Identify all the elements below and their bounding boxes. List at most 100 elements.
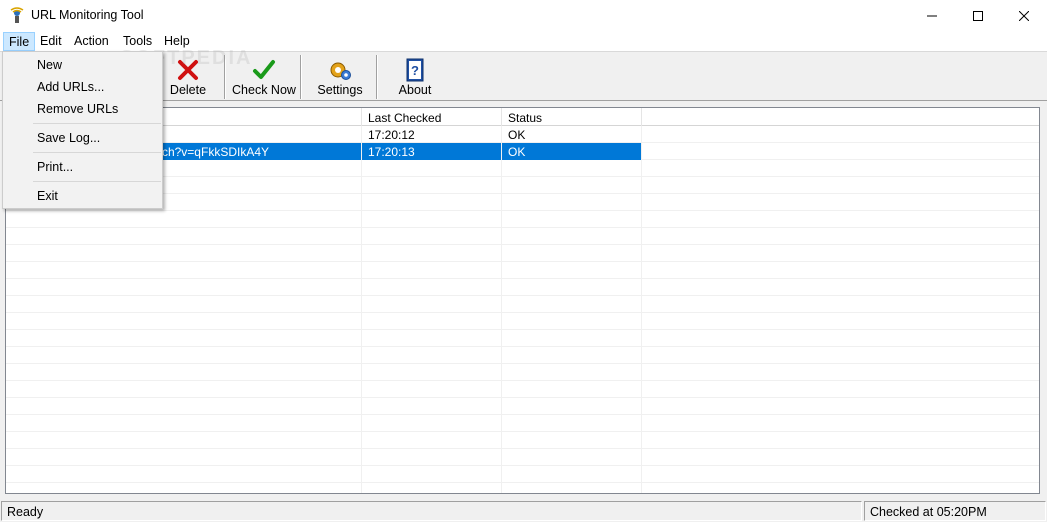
menu-separator [33,152,161,153]
empty-cell [362,483,502,493]
empty-cell [362,296,502,313]
empty-row [6,262,1039,279]
empty-cell [502,313,642,330]
empty-cell [362,245,502,262]
empty-cell [6,228,362,245]
menu-help[interactable]: Help [159,32,195,51]
gear-icon [330,62,351,80]
empty-row [6,364,1039,381]
empty-cell [502,381,642,398]
menu-item-print[interactable]: Print... [5,156,160,178]
empty-cell [362,398,502,415]
empty-row [6,330,1039,347]
column-last-checked[interactable]: Last Checked [362,108,502,126]
menu-item-add-urls[interactable]: Add URLs... [5,76,160,98]
window-title: URL Monitoring Tool [31,8,144,22]
status-cell: OK [502,143,642,160]
empty-row [6,432,1039,449]
empty-cell [362,160,502,177]
empty-cell [502,330,642,347]
empty-cell [502,483,642,493]
app-icon [10,7,24,23]
empty-cell [6,262,362,279]
about-button[interactable]: ? About [382,54,448,100]
empty-cell [6,483,362,493]
close-button[interactable] [1001,0,1047,31]
last-checked-cell: 17:20:13 [362,143,502,160]
about-label: About [398,83,432,97]
empty-cell [362,177,502,194]
empty-cell [6,364,362,381]
empty-row [6,245,1039,262]
empty-cell [502,415,642,432]
empty-cell [6,381,362,398]
minimize-button[interactable] [909,0,955,31]
empty-row [6,483,1039,493]
empty-row [6,466,1039,483]
empty-cell [362,211,502,228]
empty-row [6,211,1039,228]
empty-cell [362,262,502,279]
toolbar-separator [376,55,378,99]
menu-item-save-log[interactable]: Save Log... [5,127,160,149]
empty-row [6,279,1039,296]
empty-cell [502,211,642,228]
check-now-label: Check Now [232,83,296,97]
delete-button[interactable]: Delete [162,54,214,100]
empty-cell [502,432,642,449]
menu-item-exit[interactable]: Exit [5,185,160,207]
file-menu-dropdown: New Add URLs... Remove URLs Save Log... … [2,51,163,209]
empty-cell [6,279,362,296]
check-now-button[interactable]: Check Now [228,54,300,100]
toolbar-separator [300,55,302,99]
empty-cell [6,347,362,364]
empty-cell [362,432,502,449]
empty-cell [6,296,362,313]
menu-item-new[interactable]: New [5,54,160,76]
empty-cell [502,466,642,483]
help-book-icon: ? [406,58,424,82]
empty-cell [6,313,362,330]
empty-cell [502,194,642,211]
empty-cell [362,228,502,245]
empty-cell [362,466,502,483]
empty-row [6,347,1039,364]
empty-cell [502,228,642,245]
title-bar: URL Monitoring Tool [0,0,1047,31]
delete-icon [178,60,198,80]
empty-cell [362,279,502,296]
empty-cell [362,415,502,432]
last-checked-cell: 17:20:12 [362,126,502,143]
menu-item-remove-urls[interactable]: Remove URLs [5,98,160,120]
empty-row [6,228,1039,245]
status-cell: OK [502,126,642,143]
close-icon [1019,10,1029,21]
empty-cell [502,347,642,364]
menu-bar: File Edit Action Tools Help [0,31,1047,51]
empty-cell [6,330,362,347]
empty-row [6,398,1039,415]
settings-label: Settings [317,83,363,97]
menu-file[interactable]: File [3,32,36,51]
column-status[interactable]: Status [502,108,642,126]
empty-cell [362,381,502,398]
empty-cell [362,330,502,347]
settings-button[interactable]: Settings [304,54,376,100]
maximize-button[interactable] [955,0,1001,31]
empty-row [6,449,1039,466]
menu-edit[interactable]: Edit [35,32,67,51]
menu-tools[interactable]: Tools [118,32,157,51]
empty-cell [502,296,642,313]
empty-row [6,296,1039,313]
menu-separator [33,123,161,124]
checkmark-icon [253,60,275,79]
empty-row [6,381,1039,398]
empty-cell [6,466,362,483]
menu-action[interactable]: Action [69,32,114,51]
minimize-icon [927,15,937,16]
empty-row [6,313,1039,330]
empty-cell [502,449,642,466]
svg-text:?: ? [411,63,419,78]
empty-row [6,415,1039,432]
status-bar: Ready Checked at 05:20PM [0,499,1047,522]
